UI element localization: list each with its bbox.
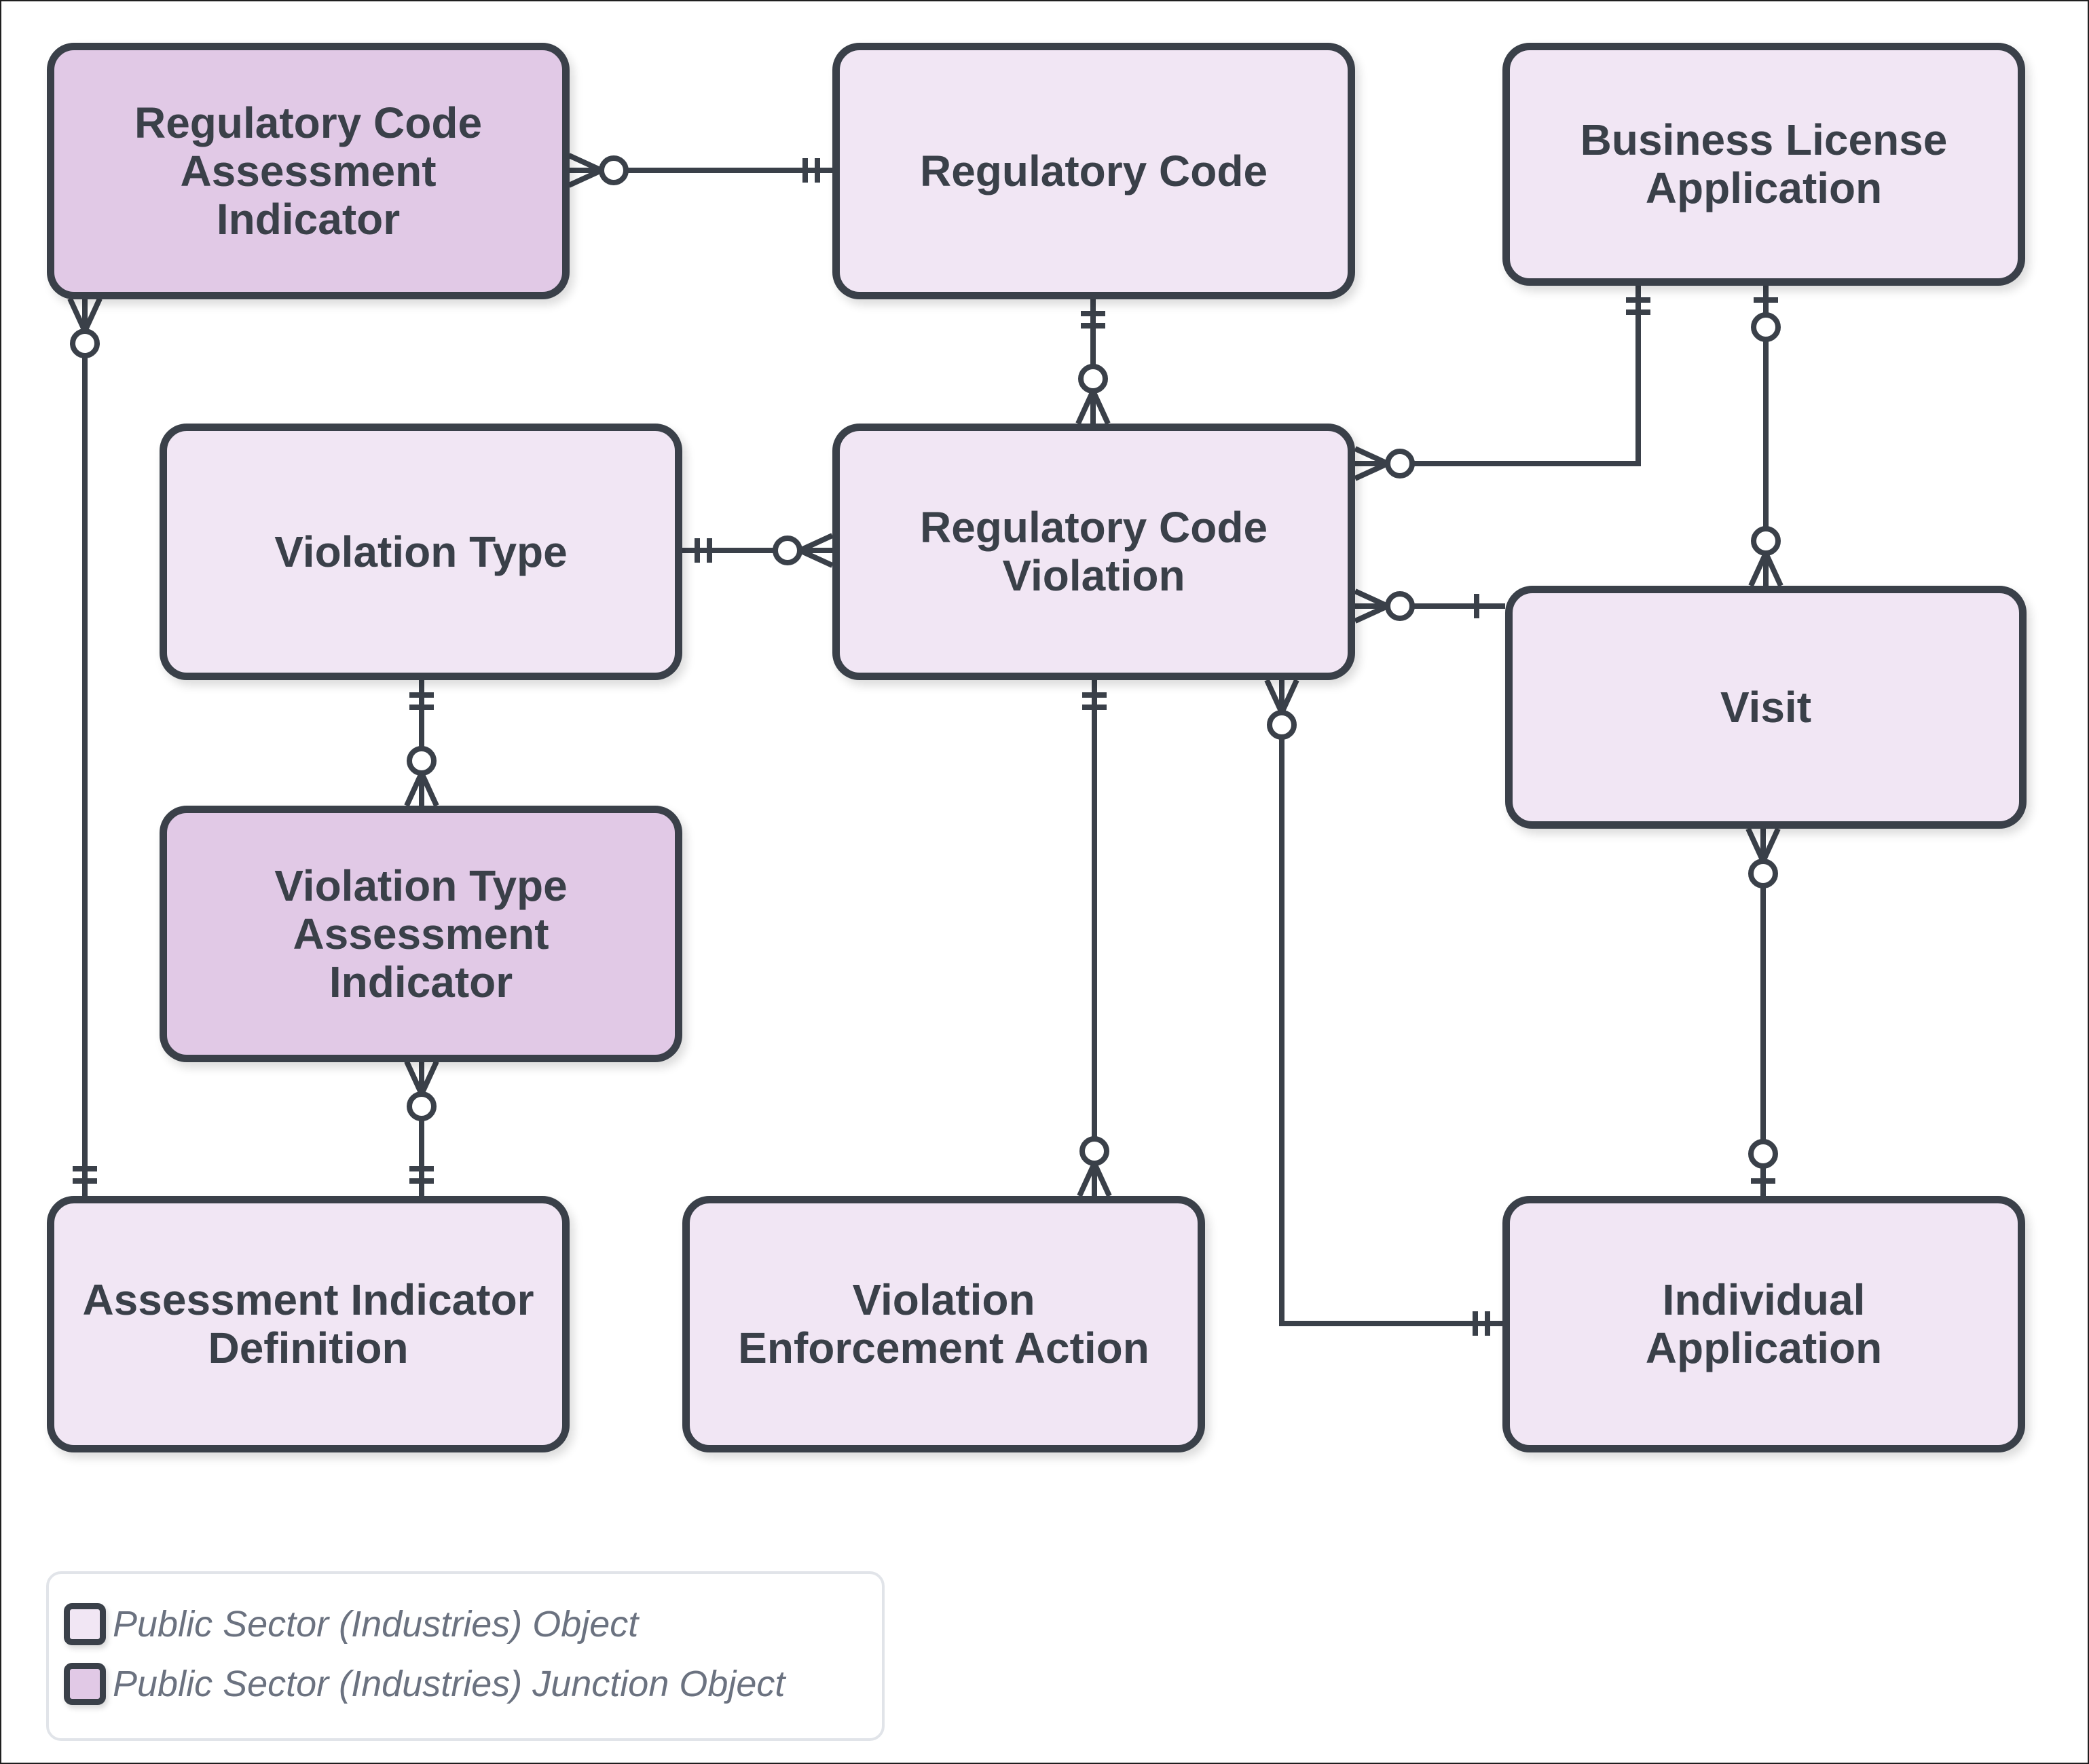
cardinality-circle-icon — [599, 155, 629, 185]
relationship-line — [1279, 680, 1502, 1326]
legend-label: Public Sector (Industries) Object — [113, 1604, 639, 1645]
entity-label: Regulatory Code Assessment Indicator — [134, 98, 483, 244]
entity-visit[interactable]: Visit — [1505, 586, 2027, 829]
cardinality-circle-icon — [1751, 312, 1781, 342]
cardinality-circle-icon — [70, 329, 100, 358]
cardinality-circle-icon — [407, 1091, 437, 1121]
cardinality-circle-icon — [1385, 591, 1415, 621]
entity-label: Violation Enforcement Action — [738, 1275, 1149, 1372]
legend-item-object: Public Sector (Industries) Object — [64, 1603, 638, 1645]
cardinality-circle-icon — [1079, 1136, 1109, 1166]
entity-label: Visit — [1720, 682, 1811, 732]
cardinality-circle-icon — [773, 536, 802, 565]
entity-label: Individual Application — [1645, 1275, 1883, 1372]
legend-label: Public Sector (Industries) Junction Obje… — [113, 1664, 785, 1704]
entity-violation-type-assessment-indicator[interactable]: Violation Type Assessment Indicator — [160, 806, 682, 1062]
entity-label: Regulatory Code Violation — [919, 503, 1268, 600]
entity-label: Business License Application — [1580, 115, 1948, 212]
cardinality-circle-icon — [1748, 859, 1778, 888]
junction-swatch-icon — [64, 1663, 106, 1705]
object-swatch-icon — [64, 1603, 106, 1645]
entity-label: Regulatory Code — [919, 146, 1268, 195]
entity-regulatory-code[interactable]: Regulatory Code — [832, 43, 1355, 299]
legend: Public Sector (Industries) Object Public… — [46, 1571, 885, 1741]
entity-label: Assessment Indicator Definition — [82, 1275, 534, 1372]
cardinality-circle-icon — [1385, 449, 1415, 478]
entity-assessment-indicator-definition[interactable]: Assessment Indicator Definition — [47, 1196, 570, 1452]
entity-label: Violation Type Assessment Indicator — [274, 861, 568, 1007]
cardinality-circle-icon — [1267, 710, 1297, 740]
entity-violation-type[interactable]: Violation Type — [160, 424, 682, 680]
legend-item-junction: Public Sector (Industries) Junction Obje… — [64, 1663, 785, 1705]
cardinality-circle-icon — [1748, 1139, 1778, 1169]
entity-label: Violation Type — [274, 527, 568, 576]
entity-violation-enforcement-action[interactable]: Violation Enforcement Action — [682, 1196, 1205, 1452]
entity-individual-application[interactable]: Individual Application — [1502, 1196, 2025, 1452]
entity-business-license-application[interactable]: Business License Application — [1502, 43, 2025, 286]
cardinality-circle-icon — [407, 746, 437, 776]
relationship-line — [1355, 285, 1641, 466]
cardinality-circle-icon — [1078, 364, 1108, 394]
entity-regulatory-code-violation[interactable]: Regulatory Code Violation — [832, 424, 1355, 680]
entity-regulatory-code-assessment-indicator[interactable]: Regulatory Code Assessment Indicator — [47, 43, 570, 299]
cardinality-circle-icon — [1751, 526, 1781, 556]
